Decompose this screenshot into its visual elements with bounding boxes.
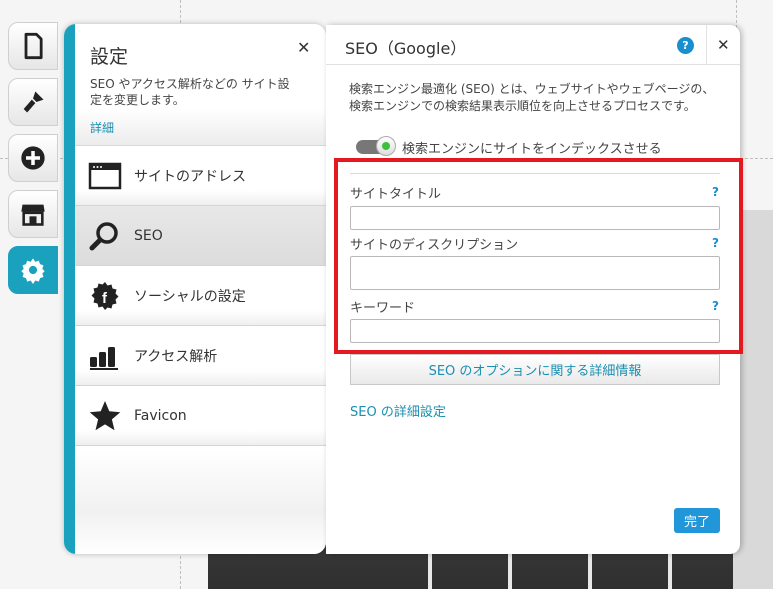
site-title-help-icon[interactable]: ? [712,185,719,199]
settings-description: SEO やアクセス解析などの サイト設定を変更します。 [90,77,290,107]
header-divider [706,25,707,65]
add-icon [21,146,45,170]
add-element-button[interactable] [8,134,58,182]
store-icon [21,204,45,226]
menu-item-label: Favicon [134,407,187,424]
menu-item-analytics[interactable]: アクセス解析 [75,326,326,386]
settings-title: 設定 [90,46,129,68]
keywords-help-icon[interactable]: ? [712,299,719,313]
gear-icon [21,258,45,284]
search-icon [87,218,123,254]
settings-header: 設定 ✕ SEO やアクセス解析などの サイト設定を変更します。 詳細 [75,24,326,146]
toggle-on-indicator [382,142,390,150]
brush-icon [23,91,44,113]
done-button[interactable]: 完了 [674,508,720,533]
pages-button[interactable] [8,22,58,70]
settings-more-link[interactable]: 詳細 [90,119,114,136]
seo-panel: SEO（Google） ? ✕ 検索エンジン最適化 (SEO) とは、ウェブサイ… [326,25,740,554]
seo-advanced-settings-link[interactable]: SEO の詳細設定 [350,401,446,420]
seo-description: 検索エンジン最適化 (SEO) とは、ウェブサイトやウェブページの、検索エンジン… [349,82,715,113]
store-button[interactable] [8,190,58,238]
seo-header: SEO（Google） ? ✕ [326,25,740,65]
site-description-label: サイトのディスクリプション [350,238,519,253]
star-icon [87,398,123,434]
keywords-input[interactable] [350,319,720,343]
settings-button[interactable] [8,246,58,294]
close-icon[interactable]: ✕ [297,38,310,57]
site-title-input[interactable] [350,206,720,230]
menu-item-favicon[interactable]: Favicon [75,386,326,446]
seo-options-info-button[interactable]: SEO のオプションに関する詳細情報 [350,354,720,385]
keywords-label: キーワード [350,301,416,316]
menu-item-seo[interactable]: SEO [75,206,326,266]
seo-title: SEO（Google） [345,39,467,58]
menu-item-label: サイトのアドレス [134,168,246,185]
site-description-help-icon[interactable]: ? [712,236,719,250]
menu-item-social[interactable]: f ソーシャルの設定 [75,266,326,326]
design-button[interactable] [8,78,58,126]
help-icon[interactable]: ? [677,37,694,54]
section-divider [350,173,720,174]
index-toggle-row: 検索エンジンにサイトをインデックスさせる [356,136,662,157]
site-title-label: サイトタイトル [350,187,442,202]
settings-accent-bar [64,24,75,554]
menu-item-label: SEO [134,227,163,244]
index-toggle[interactable] [356,136,396,156]
bar-chart-icon [87,338,123,374]
index-toggle-label: 検索エンジンにサイトをインデックスさせる [402,141,662,157]
browser-window-icon [87,158,123,194]
page-icon [24,32,43,60]
settings-menu: サイトのアドレス SEO f ソーシャルの設定 アクセス解析 Favicon [75,146,326,446]
menu-empty-area [75,448,326,554]
close-icon[interactable]: ✕ [717,36,730,54]
social-gear-icon: f [87,278,123,314]
settings-panel: 設定 ✕ SEO やアクセス解析などの サイト設定を変更します。 詳細 サイトの… [64,24,326,554]
site-description-input[interactable] [350,256,720,290]
toggle-knob [376,136,396,156]
menu-item-label: ソーシャルの設定 [134,288,246,305]
menu-item-site-address[interactable]: サイトのアドレス [75,146,326,206]
menu-item-label: アクセス解析 [134,348,218,365]
